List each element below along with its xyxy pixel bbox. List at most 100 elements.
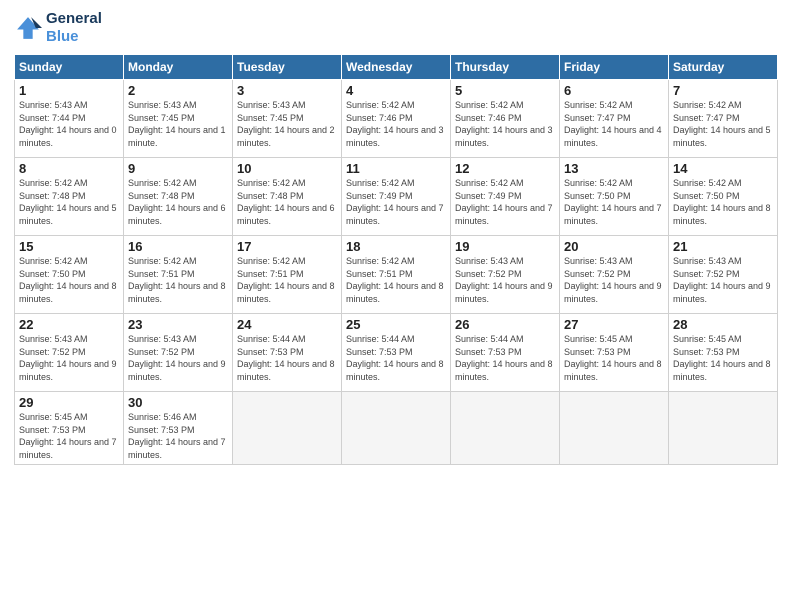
- day-info: Sunrise: 5:44 AMSunset: 7:53 PMDaylight:…: [237, 333, 337, 383]
- day-info: Sunrise: 5:45 AMSunset: 7:53 PMDaylight:…: [564, 333, 664, 383]
- calendar-cell: [451, 392, 560, 465]
- week-row: 29Sunrise: 5:45 AMSunset: 7:53 PMDayligh…: [15, 392, 778, 465]
- calendar-cell: 1Sunrise: 5:43 AMSunset: 7:44 PMDaylight…: [15, 80, 124, 158]
- day-info: Sunrise: 5:43 AMSunset: 7:52 PMDaylight:…: [19, 333, 119, 383]
- calendar-body: 1Sunrise: 5:43 AMSunset: 7:44 PMDaylight…: [15, 80, 778, 465]
- day-number: 20: [564, 239, 664, 254]
- day-number: 15: [19, 239, 119, 254]
- day-info: Sunrise: 5:43 AMSunset: 7:52 PMDaylight:…: [128, 333, 228, 383]
- day-number: 18: [346, 239, 446, 254]
- day-number: 16: [128, 239, 228, 254]
- day-number: 24: [237, 317, 337, 332]
- day-info: Sunrise: 5:42 AMSunset: 7:48 PMDaylight:…: [19, 177, 119, 227]
- col-header-wednesday: Wednesday: [342, 55, 451, 80]
- day-number: 27: [564, 317, 664, 332]
- logo: General Blue: [14, 10, 102, 46]
- day-info: Sunrise: 5:42 AMSunset: 7:51 PMDaylight:…: [128, 255, 228, 305]
- day-number: 19: [455, 239, 555, 254]
- calendar-table: SundayMondayTuesdayWednesdayThursdayFrid…: [14, 54, 778, 465]
- day-info: Sunrise: 5:42 AMSunset: 7:51 PMDaylight:…: [346, 255, 446, 305]
- calendar-cell: 16Sunrise: 5:42 AMSunset: 7:51 PMDayligh…: [124, 236, 233, 314]
- day-number: 5: [455, 83, 555, 98]
- calendar-cell: 21Sunrise: 5:43 AMSunset: 7:52 PMDayligh…: [669, 236, 778, 314]
- day-info: Sunrise: 5:42 AMSunset: 7:50 PMDaylight:…: [564, 177, 664, 227]
- day-info: Sunrise: 5:43 AMSunset: 7:44 PMDaylight:…: [19, 99, 119, 149]
- day-info: Sunrise: 5:43 AMSunset: 7:52 PMDaylight:…: [455, 255, 555, 305]
- day-info: Sunrise: 5:42 AMSunset: 7:48 PMDaylight:…: [128, 177, 228, 227]
- calendar-cell: 19Sunrise: 5:43 AMSunset: 7:52 PMDayligh…: [451, 236, 560, 314]
- day-number: 14: [673, 161, 773, 176]
- calendar-cell: 8Sunrise: 5:42 AMSunset: 7:48 PMDaylight…: [15, 158, 124, 236]
- day-number: 29: [19, 395, 119, 410]
- day-number: 2: [128, 83, 228, 98]
- day-info: Sunrise: 5:42 AMSunset: 7:47 PMDaylight:…: [673, 99, 773, 149]
- day-info: Sunrise: 5:44 AMSunset: 7:53 PMDaylight:…: [455, 333, 555, 383]
- calendar-cell: 7Sunrise: 5:42 AMSunset: 7:47 PMDaylight…: [669, 80, 778, 158]
- calendar-cell: [233, 392, 342, 465]
- page: General Blue SundayMondayTuesdayWednesda…: [0, 0, 792, 612]
- day-number: 21: [673, 239, 773, 254]
- day-info: Sunrise: 5:44 AMSunset: 7:53 PMDaylight:…: [346, 333, 446, 383]
- calendar-cell: 2Sunrise: 5:43 AMSunset: 7:45 PMDaylight…: [124, 80, 233, 158]
- calendar-cell: 25Sunrise: 5:44 AMSunset: 7:53 PMDayligh…: [342, 314, 451, 392]
- day-number: 22: [19, 317, 119, 332]
- calendar-cell: 14Sunrise: 5:42 AMSunset: 7:50 PMDayligh…: [669, 158, 778, 236]
- calendar-cell: 12Sunrise: 5:42 AMSunset: 7:49 PMDayligh…: [451, 158, 560, 236]
- calendar-cell: [342, 392, 451, 465]
- col-header-saturday: Saturday: [669, 55, 778, 80]
- calendar-cell: 5Sunrise: 5:42 AMSunset: 7:46 PMDaylight…: [451, 80, 560, 158]
- calendar-cell: 23Sunrise: 5:43 AMSunset: 7:52 PMDayligh…: [124, 314, 233, 392]
- calendar-cell: 29Sunrise: 5:45 AMSunset: 7:53 PMDayligh…: [15, 392, 124, 465]
- day-number: 13: [564, 161, 664, 176]
- day-number: 17: [237, 239, 337, 254]
- calendar-cell: 30Sunrise: 5:46 AMSunset: 7:53 PMDayligh…: [124, 392, 233, 465]
- calendar-cell: 27Sunrise: 5:45 AMSunset: 7:53 PMDayligh…: [560, 314, 669, 392]
- col-header-sunday: Sunday: [15, 55, 124, 80]
- calendar-cell: 17Sunrise: 5:42 AMSunset: 7:51 PMDayligh…: [233, 236, 342, 314]
- day-number: 1: [19, 83, 119, 98]
- day-info: Sunrise: 5:45 AMSunset: 7:53 PMDaylight:…: [673, 333, 773, 383]
- calendar-cell: 28Sunrise: 5:45 AMSunset: 7:53 PMDayligh…: [669, 314, 778, 392]
- day-number: 25: [346, 317, 446, 332]
- day-info: Sunrise: 5:42 AMSunset: 7:46 PMDaylight:…: [346, 99, 446, 149]
- calendar-cell: 9Sunrise: 5:42 AMSunset: 7:48 PMDaylight…: [124, 158, 233, 236]
- calendar-cell: 20Sunrise: 5:43 AMSunset: 7:52 PMDayligh…: [560, 236, 669, 314]
- week-row: 1Sunrise: 5:43 AMSunset: 7:44 PMDaylight…: [15, 80, 778, 158]
- day-info: Sunrise: 5:42 AMSunset: 7:50 PMDaylight:…: [673, 177, 773, 227]
- header: General Blue: [14, 10, 778, 46]
- day-info: Sunrise: 5:42 AMSunset: 7:49 PMDaylight:…: [455, 177, 555, 227]
- day-info: Sunrise: 5:42 AMSunset: 7:46 PMDaylight:…: [455, 99, 555, 149]
- calendar-cell: 10Sunrise: 5:42 AMSunset: 7:48 PMDayligh…: [233, 158, 342, 236]
- calendar-cell: 18Sunrise: 5:42 AMSunset: 7:51 PMDayligh…: [342, 236, 451, 314]
- col-header-thursday: Thursday: [451, 55, 560, 80]
- day-number: 23: [128, 317, 228, 332]
- day-info: Sunrise: 5:42 AMSunset: 7:50 PMDaylight:…: [19, 255, 119, 305]
- day-info: Sunrise: 5:43 AMSunset: 7:52 PMDaylight:…: [564, 255, 664, 305]
- day-number: 8: [19, 161, 119, 176]
- day-number: 4: [346, 83, 446, 98]
- week-row: 15Sunrise: 5:42 AMSunset: 7:50 PMDayligh…: [15, 236, 778, 314]
- calendar-cell: 4Sunrise: 5:42 AMSunset: 7:46 PMDaylight…: [342, 80, 451, 158]
- week-row: 22Sunrise: 5:43 AMSunset: 7:52 PMDayligh…: [15, 314, 778, 392]
- calendar-cell: [560, 392, 669, 465]
- day-info: Sunrise: 5:46 AMSunset: 7:53 PMDaylight:…: [128, 411, 228, 461]
- calendar-cell: 13Sunrise: 5:42 AMSunset: 7:50 PMDayligh…: [560, 158, 669, 236]
- day-info: Sunrise: 5:43 AMSunset: 7:52 PMDaylight:…: [673, 255, 773, 305]
- week-row: 8Sunrise: 5:42 AMSunset: 7:48 PMDaylight…: [15, 158, 778, 236]
- logo-text: General Blue: [46, 10, 102, 46]
- day-number: 3: [237, 83, 337, 98]
- header-row: SundayMondayTuesdayWednesdayThursdayFrid…: [15, 55, 778, 80]
- day-number: 28: [673, 317, 773, 332]
- day-info: Sunrise: 5:42 AMSunset: 7:49 PMDaylight:…: [346, 177, 446, 227]
- day-number: 12: [455, 161, 555, 176]
- calendar-cell: 26Sunrise: 5:44 AMSunset: 7:53 PMDayligh…: [451, 314, 560, 392]
- day-number: 11: [346, 161, 446, 176]
- calendar-cell: 15Sunrise: 5:42 AMSunset: 7:50 PMDayligh…: [15, 236, 124, 314]
- day-number: 6: [564, 83, 664, 98]
- calendar-cell: 3Sunrise: 5:43 AMSunset: 7:45 PMDaylight…: [233, 80, 342, 158]
- day-number: 9: [128, 161, 228, 176]
- calendar-cell: [669, 392, 778, 465]
- calendar-cell: 11Sunrise: 5:42 AMSunset: 7:49 PMDayligh…: [342, 158, 451, 236]
- day-number: 30: [128, 395, 228, 410]
- day-info: Sunrise: 5:42 AMSunset: 7:47 PMDaylight:…: [564, 99, 664, 149]
